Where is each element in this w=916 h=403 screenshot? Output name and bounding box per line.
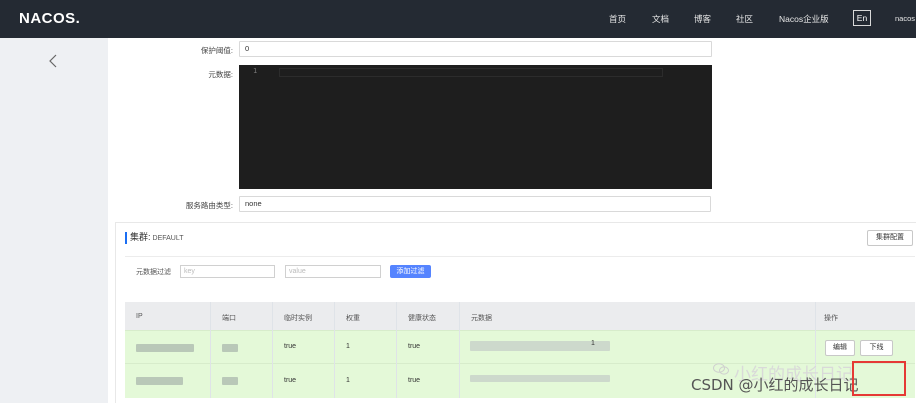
nav-blog[interactable]: 博客	[694, 13, 711, 25]
ip-redacted	[136, 377, 183, 385]
cluster-name: DEFAULT	[152, 235, 184, 242]
user-menu[interactable]: nacos	[895, 14, 915, 23]
highlight-annotation-box	[852, 361, 906, 396]
ip-redacted	[136, 344, 194, 352]
col-metadata: 元数据	[471, 315, 492, 322]
cell-metadata-tail: 1	[591, 340, 595, 347]
edit-button[interactable]: 编辑	[825, 340, 855, 356]
cluster-config-button[interactable]: 集群配置	[867, 230, 913, 246]
col-weight: 权重	[346, 315, 360, 322]
route-type-input[interactable]: none	[239, 196, 711, 212]
metadata-redacted	[470, 375, 610, 382]
cell-ephemeral: true	[284, 343, 297, 350]
column-separator	[210, 302, 211, 398]
top-navbar: NACOS. 首页 文档 博客 社区 Nacos企业版 En nacos	[0, 0, 916, 38]
metadata-filter-label: 元数据过滤	[136, 269, 171, 276]
cell-weight: 1	[346, 343, 350, 350]
editor-current-line	[279, 68, 663, 77]
nav-docs[interactable]: 文档	[652, 13, 669, 25]
table-row: true 1 true 1 编辑 下线	[125, 330, 915, 363]
nacos-logo[interactable]: NACOS.	[19, 10, 80, 27]
add-filter-button[interactable]: 添加过滤	[390, 265, 431, 278]
column-separator	[272, 302, 273, 398]
nav-community[interactable]: 社区	[736, 13, 753, 25]
filter-value-input[interactable]: value	[285, 265, 381, 278]
offline-button[interactable]: 下线	[860, 340, 893, 356]
column-separator	[334, 302, 335, 398]
route-type-label: 服务路由类型:	[185, 201, 233, 210]
cell-healthy: true	[408, 343, 421, 350]
col-ephemeral: 临时实例	[284, 315, 312, 322]
port-redacted	[222, 344, 238, 352]
editor-line-number: 1	[253, 67, 258, 75]
language-toggle-button[interactable]: En	[853, 10, 871, 26]
metadata-redacted	[470, 341, 610, 351]
cell-ephemeral: true	[284, 377, 297, 384]
protect-threshold-input[interactable]: 0	[239, 41, 712, 57]
instance-table-header: IP 端口 临时实例 权重 健康状态 元数据 操作	[125, 302, 915, 330]
cluster-title-label: 集群:	[130, 232, 151, 242]
nav-enterprise[interactable]: Nacos企业版	[779, 13, 829, 25]
col-ip: IP	[136, 313, 143, 320]
col-port: 端口	[222, 315, 236, 322]
cell-healthy: true	[408, 377, 421, 384]
metadata-editor[interactable]: 1	[239, 65, 712, 189]
protect-threshold-label: 保护阈值:	[200, 46, 233, 55]
cell-weight: 1	[346, 377, 350, 384]
nav-home[interactable]: 首页	[609, 13, 626, 25]
column-separator	[459, 302, 460, 398]
csdn-watermark: CSDN @小红的成长日记	[691, 376, 859, 394]
cluster-title: 集群: DEFAULT	[125, 232, 184, 244]
chevron-left-icon[interactable]	[47, 54, 59, 68]
col-healthy: 健康状态	[408, 315, 436, 322]
column-separator	[396, 302, 397, 398]
sidebar	[0, 38, 108, 403]
filter-key-input[interactable]: key	[180, 265, 275, 278]
col-actions: 操作	[824, 315, 838, 322]
port-redacted	[222, 377, 238, 385]
metadata-label: 元数据:	[208, 70, 233, 79]
